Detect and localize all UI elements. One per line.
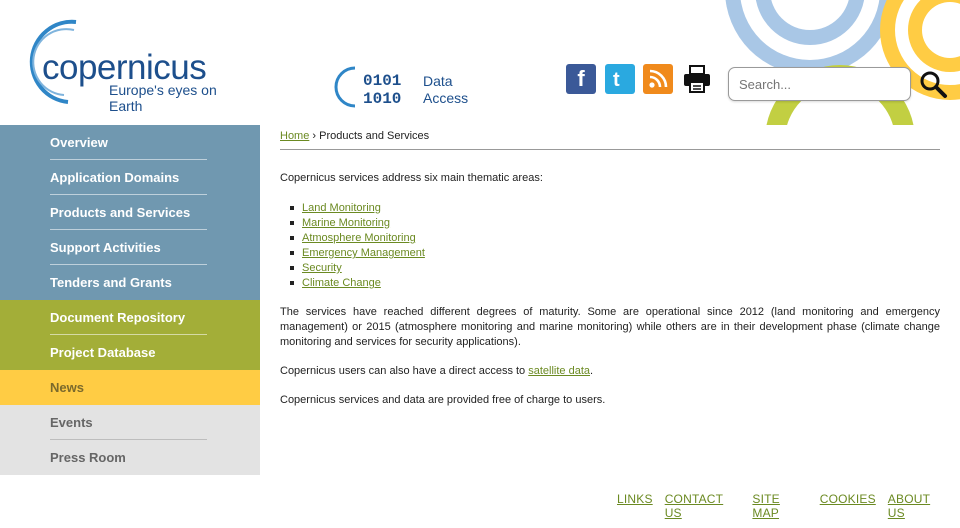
footer-links-link[interactable]: LINKS	[617, 492, 653, 520]
svg-text:t: t	[613, 69, 620, 89]
search-input[interactable]	[728, 67, 911, 101]
sidebar-item-label: Application Domains	[50, 170, 180, 185]
sidebar-item-project-database[interactable]: Project Database	[0, 335, 260, 370]
data-access-label: Data Access	[423, 73, 469, 106]
sidebar-item-label: Events	[50, 415, 93, 430]
emergency-management-link[interactable]: Emergency Management	[302, 247, 425, 259]
breadcrumb-separator: ›	[309, 130, 320, 142]
list-item: Marine Monitoring	[290, 216, 940, 231]
sidebar-item-label: News	[50, 380, 84, 395]
access-text: Copernicus users can also have a direct …	[280, 365, 529, 377]
sidebar-item-tenders-and-grants[interactable]: Tenders and Grants	[0, 265, 260, 300]
access-paragraph: Copernicus users can also have a direct …	[280, 364, 940, 379]
breadcrumb-home-link[interactable]: Home	[280, 130, 309, 142]
footer-about-us-link[interactable]: ABOUT US	[888, 492, 948, 520]
list-item: Atmosphere Monitoring	[290, 231, 940, 246]
site-header: copernicus Europe's eyes on Earth 0101 1…	[0, 0, 960, 125]
sidebar-item-document-repository[interactable]: Document Repository	[0, 300, 260, 335]
footer-links: LINKS CONTACT US SITE MAP COOKIES ABOUT …	[617, 492, 960, 520]
sidebar-item-overview[interactable]: Overview	[0, 125, 260, 160]
list-item: Emergency Management	[290, 246, 940, 261]
sidebar-item-support-activities[interactable]: Support Activities	[0, 230, 260, 265]
search-icon[interactable]	[918, 69, 948, 99]
main-content: Home › Products and Services Copernicus …	[280, 125, 940, 408]
logo-tagline: Europe's eyes on Earth	[109, 82, 217, 114]
facebook-glyph: f	[577, 66, 585, 91]
sidebar-item-application-domains[interactable]: Application Domains	[0, 160, 260, 195]
sidebar-item-label: Document Repository	[50, 310, 186, 325]
breadcrumb-current: Products and Services	[319, 130, 430, 142]
climate-change-link[interactable]: Climate Change	[302, 277, 381, 289]
footer-contact-us-link[interactable]: CONTACT US	[665, 492, 741, 520]
free-of-charge-paragraph: Copernicus services and data are provide…	[280, 394, 606, 406]
satellite-data-link[interactable]: satellite data	[528, 365, 590, 377]
access-suffix: .	[590, 365, 594, 377]
sidebar-item-events[interactable]: Events	[0, 405, 260, 440]
sidebar-item-label: Tenders and Grants	[50, 275, 172, 290]
facebook-icon[interactable]: f	[566, 64, 596, 94]
maturity-paragraph: The services have reached different degr…	[280, 306, 940, 348]
sidebar-nav: Overview Application Domains Products an…	[0, 125, 260, 475]
sidebar-item-press-room[interactable]: Press Room	[0, 440, 260, 475]
list-item: Security	[290, 261, 940, 276]
security-link[interactable]: Security	[302, 262, 342, 274]
data-access-digits-bottom: 1010	[363, 90, 401, 108]
footer-site-map-link[interactable]: SITE MAP	[752, 492, 807, 520]
data-access-link[interactable]: 0101 1010 Data Access	[333, 64, 483, 108]
atmosphere-monitoring-link[interactable]: Atmosphere Monitoring	[302, 232, 416, 244]
data-access-digits-top: 0101	[363, 72, 401, 90]
print-icon[interactable]	[682, 64, 712, 94]
sidebar-item-label: Products and Services	[50, 205, 191, 220]
sidebar-item-products-and-services[interactable]: Products and Services	[0, 195, 260, 230]
list-item: Land Monitoring	[290, 201, 940, 216]
sidebar-item-news[interactable]: News	[0, 370, 260, 405]
sidebar-item-label: Press Room	[50, 450, 126, 465]
thematic-areas-list: Land Monitoring Marine Monitoring Atmosp…	[290, 201, 940, 291]
breadcrumb: Home › Products and Services	[280, 125, 940, 150]
twitter-bird-icon: t	[613, 69, 620, 89]
list-item: Climate Change	[290, 276, 940, 291]
twitter-icon[interactable]: t	[605, 64, 635, 94]
printer-icon	[684, 65, 710, 93]
sidebar-item-label: Support Activities	[50, 240, 161, 255]
rss-icon[interactable]	[643, 64, 673, 94]
intro-text: Copernicus services address six main the…	[280, 172, 543, 184]
sidebar-item-label: Overview	[50, 135, 108, 150]
data-access-icon: 0101 1010	[334, 66, 401, 108]
rss-feed-icon	[649, 69, 668, 88]
sidebar-item-label: Project Database	[50, 345, 156, 360]
land-monitoring-link[interactable]: Land Monitoring	[302, 202, 381, 214]
footer-cookies-link[interactable]: COOKIES	[820, 492, 876, 520]
marine-monitoring-link[interactable]: Marine Monitoring	[302, 217, 390, 229]
copernicus-logo[interactable]: copernicus Europe's eyes on Earth	[18, 16, 248, 114]
decorative-circles	[725, 0, 960, 125]
